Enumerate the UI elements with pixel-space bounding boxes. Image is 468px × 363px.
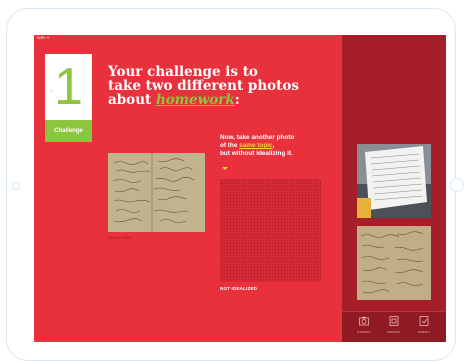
photo-strip [342, 35, 446, 311]
title-line-3-prefix: about [108, 92, 156, 108]
app-screen: WiFi ᯤ 100% ‹ 1 Challenge Your challenge… [34, 35, 446, 342]
camera-button[interactable]: CAMERA [350, 316, 378, 334]
instructions-part-3: , [272, 142, 275, 149]
idealized-photo[interactable] [108, 153, 205, 232]
not-idealized-label: NOT IDEALIZED [220, 286, 258, 291]
sidebar: CAMERA REVIEW SUBMIT [342, 35, 446, 342]
instructions-part-1: Now, take another photo [220, 134, 295, 141]
camera-label: CAMERA [356, 330, 372, 334]
instructions-part-4: but without idealizing it. [220, 150, 293, 157]
review-label: REVIEW [387, 330, 401, 334]
wifi-icon: ᯤ [46, 35, 50, 40]
same-topic-link[interactable]: same topic [239, 142, 272, 149]
wifi-indicator: WiFi ᯤ [37, 35, 50, 41]
challenge-number: 1 [54, 58, 83, 116]
submit-icon [419, 316, 429, 326]
thumbnail-photo[interactable] [357, 226, 431, 300]
review-button[interactable]: REVIEW [380, 316, 408, 334]
page-title: Your challenge is to take two different … [108, 65, 328, 107]
instructions-text: Now, take another photo of the same topi… [220, 134, 330, 158]
challenge-label: Challenge [45, 120, 92, 142]
photo-placeholder[interactable] [220, 179, 321, 282]
status-left-text: WiFi [37, 35, 45, 40]
challenge-card[interactable]: ‹ 1 Challenge [45, 54, 92, 142]
challenge-card-top: ‹ 1 [45, 54, 92, 120]
arrow-down-icon [222, 167, 228, 170]
submit-button[interactable]: SUBMIT [410, 316, 438, 334]
instructions-part-2: of the [220, 142, 240, 149]
camera-icon [359, 316, 369, 326]
bottom-toolbar: CAMERA REVIEW SUBMIT [342, 311, 446, 342]
title-line-3-suffix: : [234, 92, 240, 108]
idealized-label: IDEALIZED [108, 235, 132, 240]
submit-label: SUBMIT [417, 330, 431, 334]
home-button[interactable] [450, 178, 464, 192]
camera-lens [12, 182, 20, 190]
review-icon [389, 316, 399, 326]
thumbnail-photo[interactable] [357, 144, 431, 218]
homework-keyword: homework [155, 92, 235, 108]
